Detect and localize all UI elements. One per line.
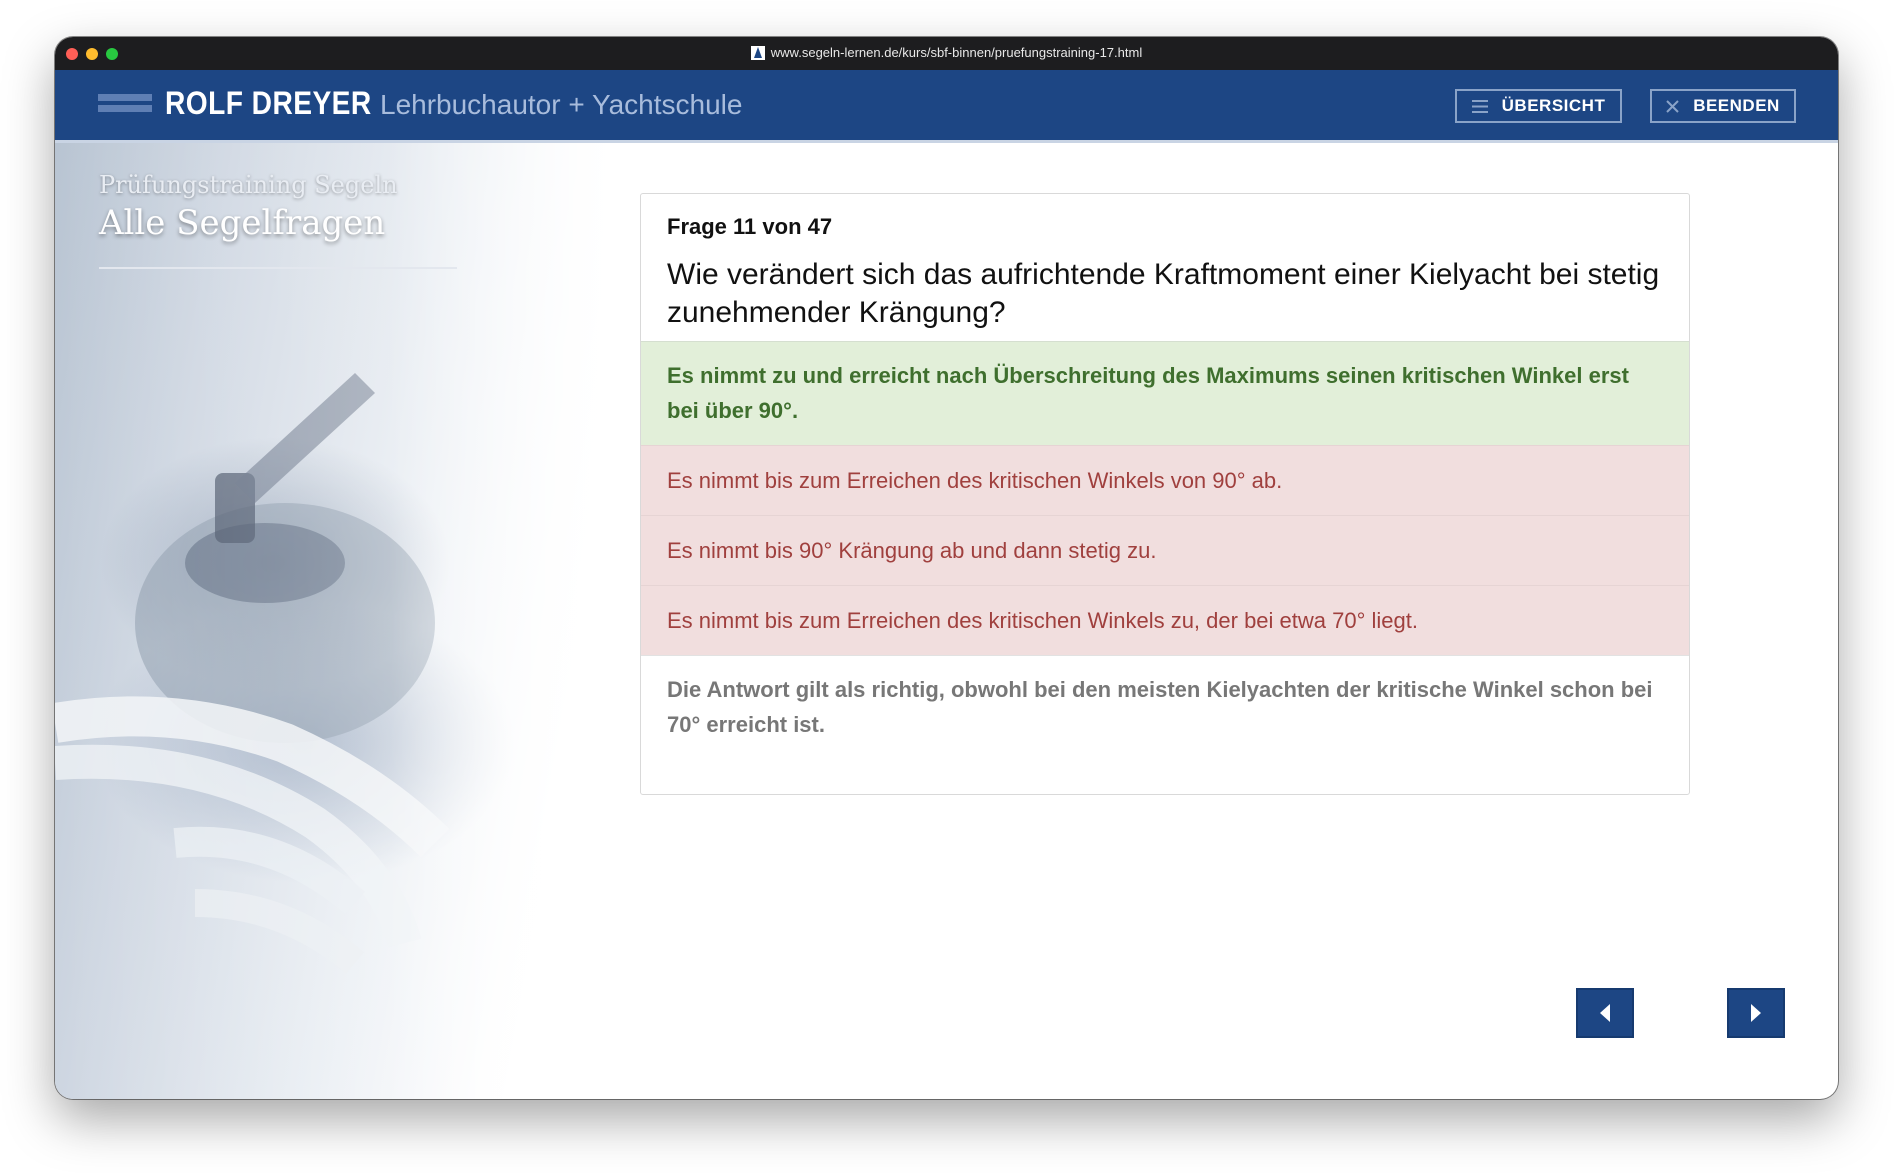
section-kicker: Prüfungstraining Segeln	[99, 171, 398, 199]
overview-button[interactable]: ÜBERSICHT	[1455, 89, 1622, 123]
menu-icon	[1471, 99, 1488, 113]
answer-option-wrong[interactable]: Es nimmt bis 90° Krängung ab und dann st…	[641, 515, 1689, 585]
question-counter: Frage 11 von 47	[667, 214, 833, 239]
sail-favicon-icon	[750, 46, 765, 60]
sidebar-hero-image: Prüfungstraining Segeln Alle Segelfragen	[55, 143, 615, 1099]
winch-illustration	[55, 143, 615, 1099]
address-bar[interactable]: www.segeln-lernen.de/kurs/sbf-binnen/pru…	[55, 45, 1838, 60]
triangle-right-icon	[1751, 1004, 1761, 1022]
overview-label: ÜBERSICHT	[1501, 96, 1606, 115]
close-icon	[1666, 99, 1679, 113]
url-text: www.segeln-lernen.de/kurs/sbf-binnen/pru…	[770, 45, 1143, 60]
question-card: Frage 11 von 47 Wie verändert sich das a…	[640, 193, 1690, 795]
answer-note: Die Antwort gilt als richtig, obwohl bei…	[641, 655, 1689, 758]
next-question-button[interactable]	[1727, 988, 1785, 1038]
question-text: Wie verändert sich das aufrichtende Kraf…	[667, 258, 1660, 329]
answer-option-wrong[interactable]: Es nimmt bis zum Erreichen des kritische…	[641, 445, 1689, 515]
brand-tagline: Lehrbuchautor + Yachtschule	[380, 89, 743, 120]
title-bar: www.segeln-lernen.de/kurs/sbf-binnen/pru…	[55, 37, 1838, 70]
quit-label: BEENDEN	[1693, 96, 1780, 115]
previous-question-button[interactable]	[1576, 988, 1634, 1038]
section-divider	[99, 267, 457, 269]
browser-window: www.segeln-lernen.de/kurs/sbf-binnen/pru…	[55, 37, 1838, 1099]
section-title: Alle Segelfragen	[99, 203, 386, 243]
logo-icon[interactable]	[98, 94, 152, 120]
triangle-left-icon	[1600, 1004, 1610, 1022]
site-header: ROLF DREYER Lehrbuchautor + Yachtschule …	[55, 70, 1838, 143]
answer-option-wrong[interactable]: Es nimmt bis zum Erreichen des kritische…	[641, 585, 1689, 655]
quit-button[interactable]: BEENDEN	[1650, 89, 1796, 123]
answer-option-correct[interactable]: Es nimmt zu und erreicht nach Überschrei…	[641, 341, 1689, 445]
brand-name[interactable]: ROLF DREYER	[165, 85, 372, 122]
question-header: Frage 11 von 47 Wie verändert sich das a…	[641, 194, 1689, 341]
